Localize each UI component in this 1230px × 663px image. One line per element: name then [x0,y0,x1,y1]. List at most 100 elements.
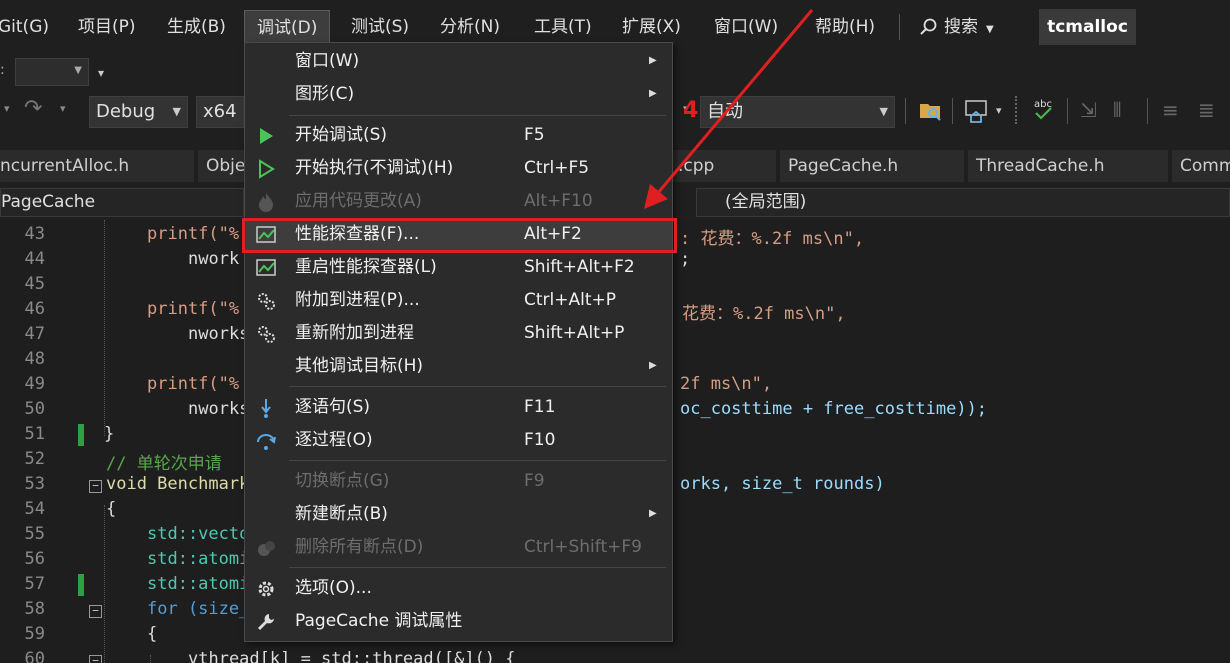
indent-guide [150,655,151,663]
menu-item-start-without-debugging[interactable]: 开始执行(不调试)(H) Ctrl+F5 [245,152,672,184]
menu-item-shortcut: Shift+Alt+F2 [524,257,635,277]
home-window-icon[interactable] [963,98,989,129]
folder-search-icon[interactable] [918,98,944,129]
menu-item-attach-to-process[interactable]: 附加到进程(P)... Ctrl+Alt+P [245,284,672,316]
line-number: 59 [24,624,45,644]
overflow-icon[interactable]: ▾ [98,66,104,80]
menu-window[interactable]: 窗口(W) [714,10,778,44]
menu-item-shortcut: F10 [524,430,556,450]
code-line-52-comment: // 单轮次申请 [106,454,222,474]
fold-toggle-icon[interactable]: − [89,605,102,618]
tab-pagecache-h[interactable]: PageCache.h [780,150,964,182]
menu-git[interactable]: Git(G) [0,10,49,44]
configuration-value: Debug [96,101,156,122]
code-line-49: printf("% [147,374,240,394]
solution-name-badge: tcmalloc [1039,9,1136,45]
wrench-icon [258,614,274,630]
code-line-43-tail: : 花费：%.2f ms\n", [680,229,865,249]
menu-item-relaunch-profiler[interactable]: 重启性能探查器(L) Shift+Alt+F2 [245,251,672,283]
menu-tools[interactable]: 工具(T) [534,10,592,44]
tab-common[interactable]: Comm [1172,150,1230,182]
menu-project[interactable]: 项目(P) [78,10,136,44]
code-line-47: nworks [188,324,250,344]
submenu-arrow-icon: ▶ [649,88,657,99]
tab-concurrentalloc[interactable]: ncurrentAlloc.h [0,150,194,182]
menu-item-label: 开始调试(S) [295,125,388,145]
menu-extensions[interactable]: 扩展(X) [622,10,681,44]
toolbar-divider [1147,98,1148,124]
code-line-44-tail: ; [680,249,691,269]
tab-threadcache-h[interactable]: ThreadCache.h [968,150,1168,182]
toolbar-dropdown[interactable]: ▼ [15,58,89,86]
uncomment-icon[interactable]: ≣ [1198,98,1215,122]
menu-item-other-debug-targets[interactable]: 其他调试目标(H) ▶ [245,350,672,382]
project-scope-select[interactable]: PageCache [0,188,244,217]
menu-item-label: 选项(O)... [295,578,372,598]
menu-item-reattach-to-process[interactable]: 重新附加到进程 Shift+Alt+P [245,317,672,349]
step-number-annotation: 4 [683,98,699,123]
code-line-55: std::vecto [147,524,250,544]
menu-item-graphics[interactable]: 图形(C) ▶ [245,78,672,110]
tab-object[interactable]: Obje [198,150,244,182]
line-number: 44 [24,249,45,269]
flame-icon [259,193,273,212]
menu-item-options[interactable]: 选项(O)... [245,572,672,604]
menu-item-new-breakpoint[interactable]: 新建断点(B) ▶ [245,498,672,530]
redo-dropdown-icon[interactable]: ▾ [60,102,66,115]
spell-check-icon[interactable]: abc [1032,96,1058,129]
menu-item-label: 逐过程(O) [295,430,373,450]
menu-debug[interactable]: 调试(D) [244,10,331,44]
code-line-44: nwork [188,249,240,269]
code-line-50: nworks [188,399,250,419]
menu-item-label: 删除所有断点(D) [295,537,424,557]
startup-select[interactable]: 自动 ▼ [700,96,895,128]
fold-toggle-icon[interactable]: − [89,480,102,493]
colon-glyph: : [0,62,5,78]
line-number: 53 [24,474,45,494]
back-dropdown-icon[interactable]: ▾ [4,102,10,115]
play-outline-icon [259,159,275,179]
menu-item-step-over[interactable]: 逐过程(O) F10 [245,424,672,456]
menu-test[interactable]: 测试(S) [351,10,409,44]
search-button[interactable]: 搜索 ▼ [918,10,994,44]
menu-item-label: 逐语句(S) [295,397,371,417]
code-line-43: printf("% [147,224,240,244]
gears-icon [258,293,275,310]
indent-icon[interactable]: ⇲ [1080,98,1097,122]
member-scope-select[interactable]: (全局范围) [696,188,1230,217]
code-line-53: void Benchmark [106,474,250,494]
menu-item-window[interactable]: 窗口(W) ▶ [245,45,672,77]
redo-icon[interactable]: ↷ [24,96,42,121]
menu-build[interactable]: 生成(B) [167,10,226,44]
comment-icon[interactable]: ≡ [1162,98,1179,122]
code-line-46: printf("% [147,299,240,319]
home-dropdown-icon[interactable]: ▾ [996,104,1002,117]
fold-toggle-icon[interactable]: − [89,655,102,663]
toolbar-divider [952,98,953,124]
line-number: 60 [24,649,45,663]
menu-item-debug-properties[interactable]: PageCache 调试属性 [245,605,672,637]
menu-item-label: 重新附加到进程 [295,323,414,343]
menu-separator [289,567,666,568]
menu-item-label: 窗口(W) [295,51,360,71]
line-number: 50 [24,399,45,419]
menu-separator [289,115,666,116]
delete-breakpoints-icon [258,541,275,556]
menu-help[interactable]: 帮助(H) [815,10,875,44]
platform-select[interactable]: x64 [196,96,244,128]
tab-cpp[interactable]: .cpp [670,150,776,182]
menu-analyze[interactable]: 分析(N) [440,10,500,44]
menu-item-shortcut: Shift+Alt+P [524,323,625,343]
platform-value: x64 [203,101,237,122]
menu-item-shortcut: F9 [524,471,545,491]
line-number: 48 [24,349,45,369]
submenu-arrow-icon: ▶ [649,55,657,66]
outdent-icon[interactable]: ⫴ [1113,98,1121,122]
menu-item-step-into[interactable]: 逐语句(S) F11 [245,391,672,423]
menu-item-shortcut: F11 [524,397,556,417]
menu-item-start-debugging[interactable]: 开始调试(S) F5 [245,119,672,151]
debug-menu-dropdown: 窗口(W) ▶ 图形(C) ▶ 开始调试(S) F5 开始执行(不调试)(H) … [244,42,673,642]
menu-item-toggle-breakpoint: 切换断点(G) F9 [245,465,672,497]
line-number: 54 [24,499,45,519]
configuration-select[interactable]: Debug ▼ [89,96,188,128]
